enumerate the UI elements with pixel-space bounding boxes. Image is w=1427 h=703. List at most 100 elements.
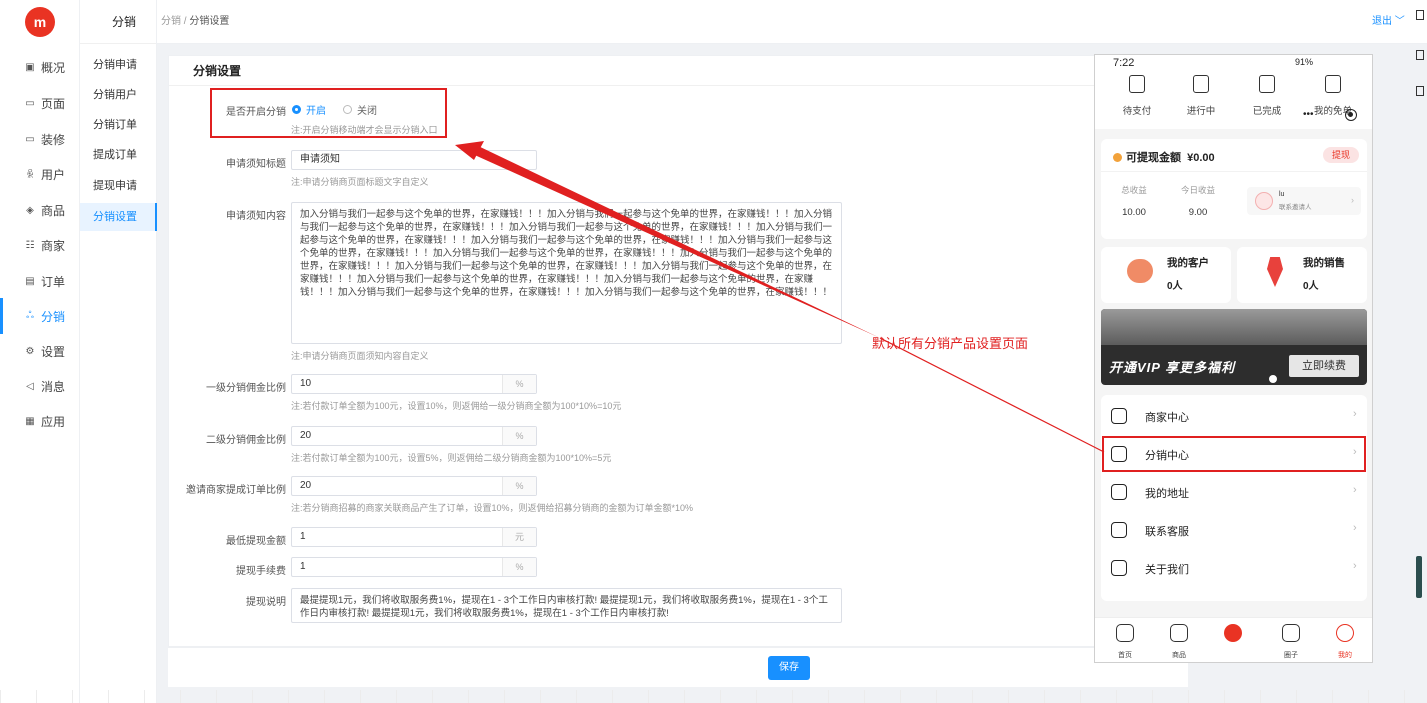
order-free-icon: [1325, 75, 1341, 93]
location-icon: [1111, 484, 1127, 500]
menu-item-distribution-center[interactable]: 分销中心 ›: [1101, 435, 1367, 473]
status-battery: 91%: [1295, 57, 1314, 67]
logout-button[interactable]: 退出 ﹀: [1372, 0, 1405, 44]
nav-item-orders[interactable]: ▤ 订单: [0, 263, 80, 299]
tab-goods[interactable]: 商品: [1159, 624, 1199, 660]
sub-item-withdraw-apply[interactable]: 提现申请: [80, 172, 157, 200]
edge-square-icon: [1416, 50, 1424, 60]
level2-tip: 注:若付款订单全额为100元，设置5%，则返佣给二级分销商金额为100*10%=…: [291, 453, 612, 463]
tab-me[interactable]: 我的: [1325, 624, 1365, 660]
min-withdraw-label: 最低提现金额: [226, 536, 286, 547]
notice-title-input[interactable]: 申请须知: [291, 150, 537, 170]
tab-home[interactable]: 首页: [1105, 624, 1145, 660]
fee-label: 提现手续费: [236, 566, 286, 577]
settings-card: 分销设置 是否开启分销 开启 关闭 注:开启分销移动端才会显示分销入口 申请须知…: [168, 55, 1188, 647]
divider: [1101, 171, 1367, 172]
order-pending-icon: [1129, 75, 1145, 93]
sub-nav: 分销 分销申请 分销用户 分销订单 提成订单 提现申请 分销设置: [80, 0, 157, 703]
nav-item-apps[interactable]: ▦ 应用: [0, 403, 80, 439]
withdraw-button[interactable]: 提现: [1323, 147, 1359, 163]
sub-item-apply[interactable]: 分销申请: [80, 51, 157, 79]
inviter-sub: 联系邀请人: [1279, 204, 1312, 211]
level1-input[interactable]: 10%: [291, 374, 537, 394]
distribution-icon: [1111, 446, 1127, 462]
fee-input[interactable]: 1%: [291, 557, 537, 577]
home-icon: [1116, 624, 1134, 642]
sub-item-orders[interactable]: 分销订单: [80, 111, 157, 139]
chat-icon: [1282, 624, 1300, 642]
vip-text: 开通VIP 享更多福利: [1109, 360, 1236, 375]
status-time: 7:22: [1113, 57, 1135, 69]
menu-item-address[interactable]: 我的地址 ›: [1101, 473, 1367, 511]
decorate-icon: ▭: [25, 133, 35, 145]
menu-item-about[interactable]: 关于我们 ›: [1101, 549, 1367, 587]
inviter-name: lu: [1279, 191, 1285, 198]
sub-item-settings[interactable]: 分销设置: [80, 203, 157, 231]
inviter-card[interactable]: lu 联系邀请人 ›: [1247, 187, 1361, 215]
phone-tabbar: 首页 商品 圈子 我的: [1095, 617, 1372, 662]
nav-item-users[interactable]: ꆜ 用户: [0, 156, 80, 192]
close-miniapp-icon[interactable]: [1345, 109, 1357, 121]
skyline-image: [1101, 309, 1367, 345]
order-in-progress[interactable]: 进行中: [1171, 75, 1231, 117]
tab-center-logo[interactable]: [1213, 624, 1253, 650]
min-withdraw-input[interactable]: 1元: [291, 527, 537, 547]
percent-suffix: %: [502, 558, 536, 576]
coin-icon: [1113, 153, 1122, 162]
wallet-title: 可提现金额 ¥0.00: [1113, 149, 1215, 165]
renew-button[interactable]: 立即续费: [1289, 355, 1359, 377]
chevron-right-icon: ›: [1353, 408, 1357, 420]
sub-nav-title: 分销: [80, 0, 156, 44]
headset-icon: [1111, 522, 1127, 538]
withdraw-desc-textarea[interactable]: 最提提现1元，我们将收取服务费1%，提现在1 - 3个工作日内审核打款! 最提提…: [291, 588, 842, 623]
notice-content-textarea[interactable]: 加入分销与我们一起参与这个免单的世界，在家赚钱！！！加入分销与我们一起参与这个免…: [291, 202, 842, 344]
menu-item-support[interactable]: 联系客服 ›: [1101, 511, 1367, 549]
order-pending[interactable]: 待支付: [1107, 75, 1167, 117]
level2-input[interactable]: 20%: [291, 426, 537, 446]
nav-item-decorate[interactable]: ▭ 装修: [0, 121, 80, 157]
vip-banner[interactable]: 开通VIP 享更多福利 立即续费: [1101, 309, 1367, 385]
store-icon: ☷: [25, 239, 35, 251]
chevron-right-icon: ›: [1351, 195, 1354, 205]
nav-item-overview[interactable]: ▣ 概况: [0, 49, 80, 85]
tab-circle[interactable]: 圈子: [1271, 624, 1311, 660]
main-nav-rail: m ▣ 概况 ▭ 页面 ▭ 装修 ꆜ 用户 ◈ 商品 ☷ 商家 ▤ 订单 ஃ 分销 ⚙ 设置 ◁ 消…: [0, 0, 80, 703]
percent-suffix: %: [502, 427, 536, 445]
my-customers-card[interactable]: 我的客户 0人: [1101, 247, 1231, 303]
nav-item-distribution[interactable]: ஃ 分销: [0, 298, 80, 334]
save-button[interactable]: 保存: [768, 656, 810, 680]
info-icon: [1111, 560, 1127, 576]
breadcrumb-current: 分销设置: [189, 16, 230, 27]
nav-item-messages[interactable]: ◁ 消息: [0, 368, 80, 404]
order-completed-icon: [1259, 75, 1275, 93]
my-sales-card[interactable]: 我的销售 0人: [1237, 247, 1367, 303]
yuan-suffix: 元: [502, 528, 536, 546]
card-title: 分销设置: [169, 56, 1187, 86]
nav-item-settings[interactable]: ⚙ 设置: [0, 333, 80, 369]
chevron-right-icon: ›: [1353, 446, 1357, 458]
level2-label: 二级分销佣金比例: [206, 435, 286, 446]
sales-value: 0人: [1303, 281, 1319, 292]
sub-item-users[interactable]: 分销用户: [80, 81, 157, 109]
wallet-card: 可提现金额 ¥0.00 提现 总收益 10.00 今日收益 9.00 lu 联系…: [1101, 139, 1367, 239]
nav-item-pages[interactable]: ▭ 页面: [0, 85, 80, 121]
bottom-grid: [0, 690, 1427, 703]
message-icon: ◁: [26, 380, 34, 392]
menu-item-store-center[interactable]: 商家中心 ›: [1101, 397, 1367, 435]
sub-item-commission-orders[interactable]: 提成订单: [80, 141, 157, 169]
bag-icon: [1170, 624, 1188, 642]
person-icon: [1336, 624, 1354, 642]
order-completed[interactable]: 已完成: [1237, 75, 1297, 117]
annotation-text: 默认所有分销产品设置页面: [872, 336, 1029, 351]
nav-item-store[interactable]: ☷ 商家: [0, 227, 80, 263]
nav-item-goods[interactable]: ◈ 商品: [0, 192, 80, 228]
more-icon[interactable]: •••: [1303, 109, 1314, 120]
status-bar: 7:22 91%: [1095, 55, 1372, 73]
total-income-value: 10.00: [1122, 207, 1146, 218]
brand-logo[interactable]: m: [25, 7, 55, 37]
invite-tip: 注:若分销商招募的商家关联商品产生了订单，设置10%，则返佣给招募分销商的金额为…: [291, 503, 694, 513]
store-icon: [1111, 408, 1127, 424]
side-handle[interactable]: [1416, 556, 1422, 598]
breadcrumb-root[interactable]: 分销: [161, 16, 181, 27]
invite-input[interactable]: 20%: [291, 476, 537, 496]
